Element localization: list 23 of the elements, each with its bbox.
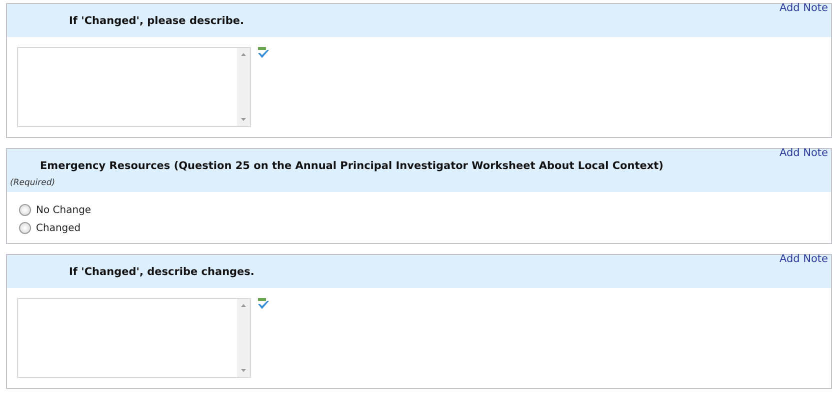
radio-button[interactable] [19, 204, 31, 216]
question-title: If 'Changed', describe changes. [68, 265, 254, 278]
option-label: No Change [36, 204, 92, 216]
question-title: Emergency Resources (Question 25 on the Annual Principal Investigator Worksheet About Local Context) [39, 159, 664, 172]
spellcheck-icon[interactable] [257, 47, 270, 59]
required-label: (Required) [9, 177, 56, 188]
radio-option[interactable]: No Change [19, 204, 92, 216]
answer-box[interactable] [17, 298, 251, 378]
scrollbar[interactable] [237, 48, 250, 126]
scrollbar[interactable] [237, 299, 250, 377]
radio-option[interactable]: Changed [19, 222, 81, 234]
question-title: If 'Changed', please describe. [68, 14, 244, 27]
scroll-down-icon[interactable] [241, 369, 246, 372]
spellcheck-icon[interactable] [257, 298, 270, 310]
add-note-link[interactable]: Add Note [779, 2, 828, 14]
radio-button[interactable] [19, 222, 31, 234]
answer-box[interactable] [17, 47, 251, 127]
scroll-down-icon[interactable] [241, 118, 246, 121]
add-note-link[interactable]: Add Note [779, 253, 828, 265]
add-note-link[interactable]: Add Note [779, 147, 828, 159]
scroll-up-icon[interactable] [241, 53, 246, 56]
scroll-up-icon[interactable] [241, 304, 246, 307]
option-label: Changed [36, 222, 81, 234]
